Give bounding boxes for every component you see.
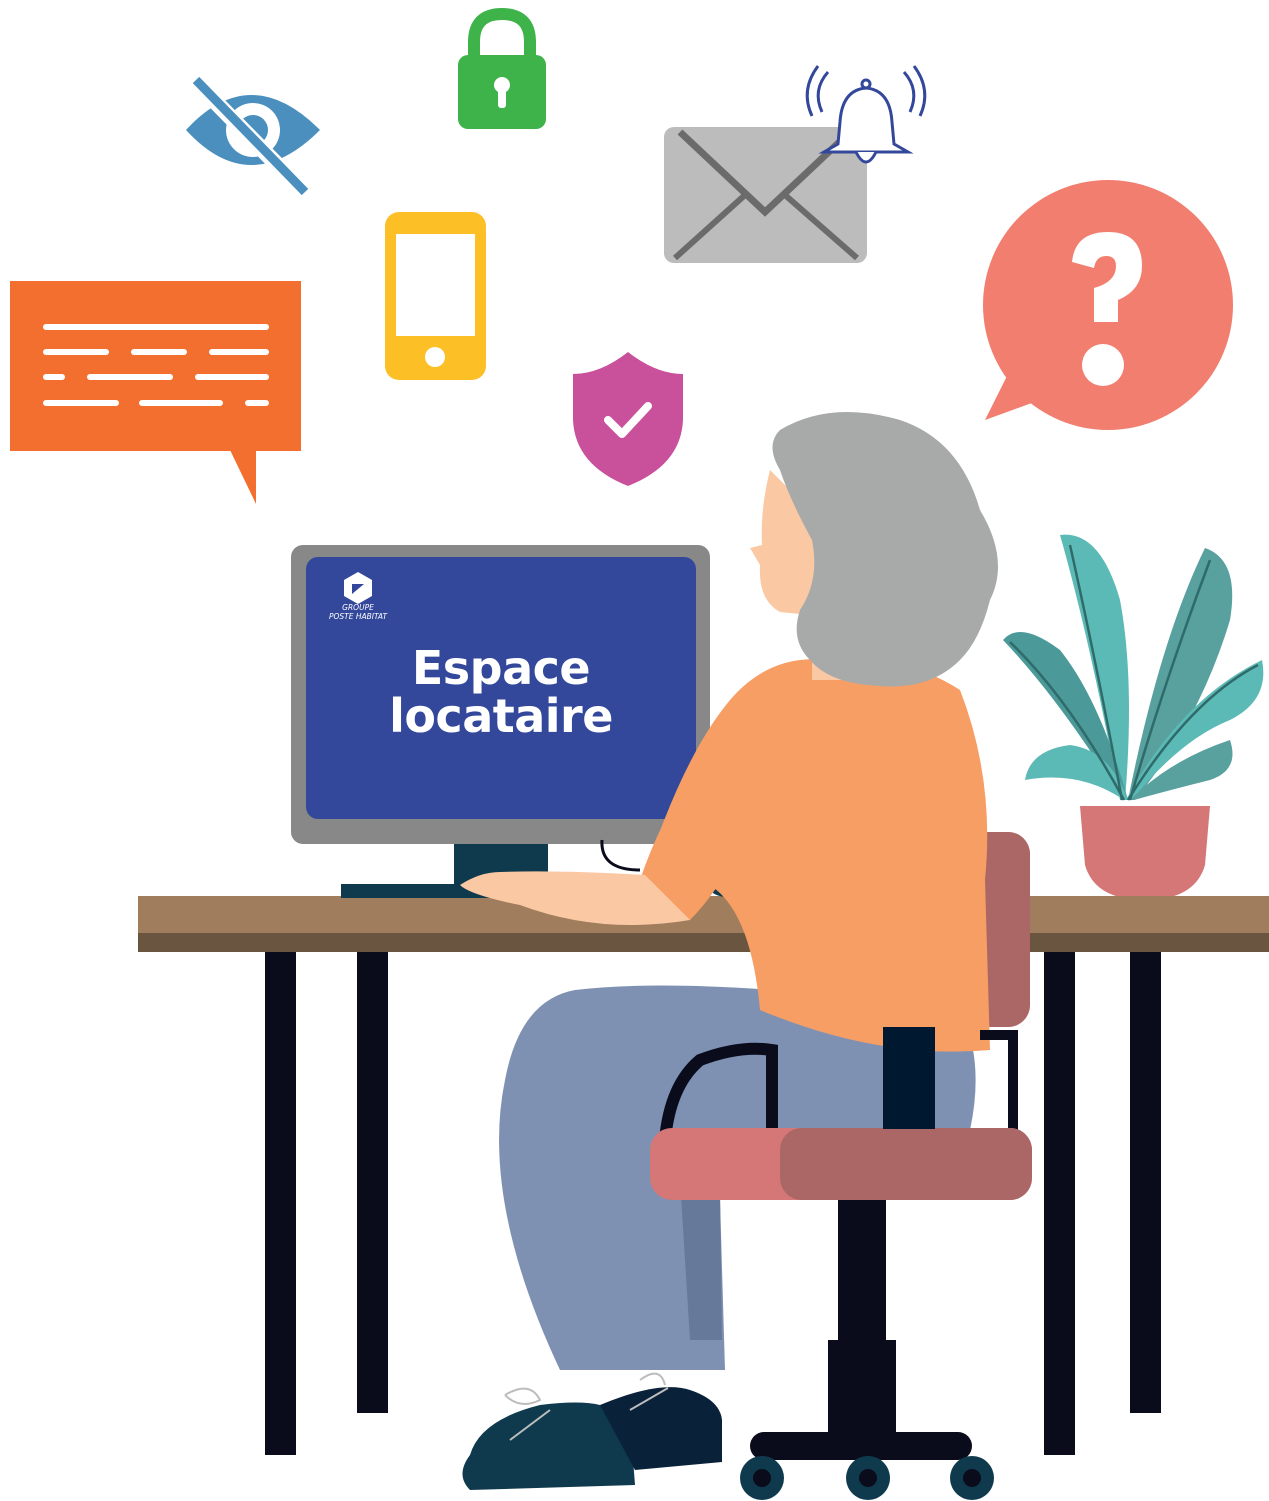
question-bubble-icon xyxy=(983,180,1233,430)
phone-icon xyxy=(385,212,486,380)
chat-bubble-icon xyxy=(10,281,301,504)
shield-check-icon xyxy=(573,352,683,486)
screen-title-line1: Espace xyxy=(411,641,591,695)
eye-slash-icon xyxy=(186,76,320,196)
potted-plant xyxy=(1003,534,1264,900)
logo-text-poste-habitat: POSTE HABITAT xyxy=(328,612,388,621)
logo-text-groupe: GROUPE xyxy=(342,603,374,612)
illustration xyxy=(10,7,1269,1500)
screen-title-line2: locataire xyxy=(389,689,613,743)
padlock-icon xyxy=(458,7,546,129)
